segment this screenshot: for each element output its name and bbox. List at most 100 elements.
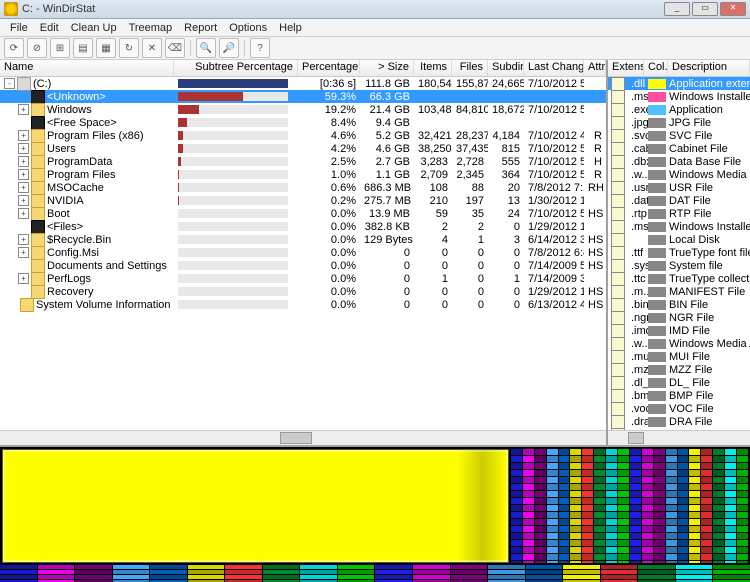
menu-treemap[interactable]: Treemap	[123, 22, 179, 34]
col-name[interactable]: Name	[0, 60, 174, 76]
ext-row[interactable]: .rtpRTP File	[608, 207, 750, 220]
treemap-rest[interactable]	[511, 449, 748, 563]
ext-row[interactable]: .cabCabinet File	[608, 142, 750, 155]
ext-row[interactable]: .exeApplication	[608, 103, 750, 116]
tree-row[interactable]: -(C:)[0:36 s]111.8 GB180,543155,87824,66…	[0, 77, 606, 90]
tree-row[interactable]: +$Recycle.Bin0.0%129 Bytes4136/14/2012 3…	[0, 233, 606, 246]
col-items[interactable]: Items	[414, 60, 452, 76]
tree-hscroll[interactable]	[0, 430, 606, 445]
ext-row[interactable]: .w...Windows Media Audio...	[608, 337, 750, 350]
ext-row[interactable]: .draDRA File	[608, 415, 750, 428]
toolbar-button[interactable]: ▤	[73, 38, 93, 58]
toolbar-button[interactable]: 🔍	[196, 38, 216, 58]
tree-row[interactable]: Recovery0.0%00001/29/2012 11:28:3...HS	[0, 285, 606, 298]
tree-row[interactable]: +Boot0.0%13.9 MB5935247/10/2012 5:39:01 …	[0, 207, 606, 220]
col-files[interactable]: Files	[452, 60, 488, 76]
expander-icon[interactable]: +	[18, 273, 29, 284]
expander-icon[interactable]: +	[18, 208, 29, 219]
ext-row[interactable]: .w...Windows Media Library	[608, 168, 750, 181]
toolbar-button[interactable]: ⟳	[4, 38, 24, 58]
ext-row[interactable]: .jpgJPG File	[608, 116, 750, 129]
toolbar-button[interactable]: ✕	[142, 38, 162, 58]
maximize-button[interactable]: ▭	[692, 2, 718, 16]
tree-row[interactable]: +PerfLogs0.0%01017/14/2009 3:20:08 ...	[0, 272, 606, 285]
expander-icon[interactable]: +	[18, 234, 29, 245]
tree-row[interactable]: <Unknown>59.3%66.3 GB	[0, 90, 606, 103]
col-attr[interactable]: Attr	[584, 60, 606, 76]
expander-icon[interactable]: +	[18, 130, 29, 141]
ext-row[interactable]: .m...MANIFEST File	[608, 285, 750, 298]
menu-edit[interactable]: Edit	[34, 22, 65, 34]
ext-row[interactable]: .dllApplication extension	[608, 77, 750, 90]
toolbar-button[interactable]: ?	[250, 38, 270, 58]
menu-options[interactable]: Options	[223, 22, 273, 34]
ext-row[interactable]: .svcSVC File	[608, 129, 750, 142]
ext-row[interactable]: .muiMUI File	[608, 350, 750, 363]
ext-row[interactable]: .usrUSR File	[608, 181, 750, 194]
tree-row[interactable]: +Users4.2%4.6 GB38,25037,4358157/10/2012…	[0, 142, 606, 155]
ext-row[interactable]: .binBIN File	[608, 298, 750, 311]
ext-row[interactable]: .ttcTrueType collection fo	[608, 272, 750, 285]
ext-row[interactable]: .datDAT File	[608, 194, 750, 207]
menu-cleanup[interactable]: Clean Up	[65, 22, 123, 34]
ext-row[interactable]: .msiWindows Installer Pack	[608, 220, 750, 233]
col-color[interactable]: Col...	[644, 60, 668, 76]
tree-body[interactable]: -(C:)[0:36 s]111.8 GB180,543155,87824,66…	[0, 77, 606, 445]
tree-row[interactable]: +ProgramData2.5%2.7 GB3,2832,7285557/10/…	[0, 155, 606, 168]
tree-row[interactable]: +MSOCache0.6%686.3 MB10888207/8/2012 7:1…	[0, 181, 606, 194]
cell-pct: 0.0%	[298, 286, 360, 298]
toolbar-button[interactable]: ⊘	[27, 38, 47, 58]
tree-row[interactable]: System Volume Information0.0%00006/13/20…	[0, 298, 606, 311]
ext-row[interactable]: .dl_DL_ File	[608, 376, 750, 389]
toolbar-button[interactable]: ▦	[96, 38, 116, 58]
ext-row[interactable]: .sysSystem file	[608, 259, 750, 272]
color-swatch	[648, 274, 666, 284]
close-button[interactable]: ✕	[720, 2, 746, 16]
ext-row[interactable]: .ngrNGR File	[608, 311, 750, 324]
menu-help[interactable]: Help	[273, 22, 308, 34]
col-desc[interactable]: Description	[668, 60, 750, 76]
expander-icon[interactable]: +	[18, 247, 29, 258]
expander-icon[interactable]: +	[18, 169, 29, 180]
tree-row[interactable]: <Files>0.0%382.8 KB2201/29/2012 11:22:1.…	[0, 220, 606, 233]
menu-report[interactable]: Report	[178, 22, 223, 34]
tree-row[interactable]: +Program Files1.0%1.1 GB2,7092,3453647/1…	[0, 168, 606, 181]
toolbar-button[interactable]: 🔎	[219, 38, 239, 58]
ext-row[interactable]: .bmpBMP File	[608, 389, 750, 402]
toolbar-button[interactable]: ⊞	[50, 38, 70, 58]
ext-hscroll[interactable]	[608, 430, 750, 445]
col-ext[interactable]: Extensi...	[608, 60, 644, 76]
treemap-selected[interactable]	[2, 449, 509, 563]
toolbar-button[interactable]: ↻	[119, 38, 139, 58]
col-subtree[interactable]: Subtree Percentage	[174, 60, 298, 76]
ext-row[interactable]: .imdIMD File	[608, 324, 750, 337]
tree-row[interactable]: +Config.Msi0.0%00007/8/2012 6:47:33 P...…	[0, 246, 606, 259]
col-subdirs[interactable]: Subdirs	[488, 60, 524, 76]
col-size[interactable]: > Size	[360, 60, 414, 76]
menu-file[interactable]: File	[4, 22, 34, 34]
col-last[interactable]: Last Change	[524, 60, 584, 76]
minimize-button[interactable]: _	[664, 2, 690, 16]
expander-icon[interactable]: +	[18, 143, 29, 154]
tree-row[interactable]: +Program Files (x86)4.6%5.2 GB32,42128,2…	[0, 129, 606, 142]
ext-row[interactable]: .ttfTrueType font file	[608, 246, 750, 259]
ext-row[interactable]: Local Disk	[608, 233, 750, 246]
ext-body[interactable]: .dllApplication extension.mspWindows Ins…	[608, 77, 750, 445]
expander-icon[interactable]: +	[18, 104, 29, 115]
ext-row[interactable]: .dbxData Base File	[608, 155, 750, 168]
expander-icon[interactable]: +	[18, 156, 29, 167]
col-pct[interactable]: Percentage	[298, 60, 360, 76]
ext-row[interactable]: .vocVOC File	[608, 402, 750, 415]
expander-icon[interactable]: +	[18, 195, 29, 206]
expander-icon[interactable]: -	[4, 78, 15, 89]
tree-row[interactable]: Documents and Settings0.0%00007/14/2009 …	[0, 259, 606, 272]
treemap-bottom[interactable]	[0, 565, 750, 582]
treemap-pane[interactable]	[0, 447, 750, 565]
ext-row[interactable]: .mzzMZZ File	[608, 363, 750, 376]
tree-row[interactable]: +NVIDIA0.2%275.7 MB210197131/30/2012 12:…	[0, 194, 606, 207]
expander-icon[interactable]: +	[18, 182, 29, 193]
tree-row[interactable]: +Windows19.2%21.4 GB103,48284,81018,6727…	[0, 103, 606, 116]
toolbar-button[interactable]: ⌫	[165, 38, 185, 58]
tree-row[interactable]: <Free Space>8.4%9.4 GB	[0, 116, 606, 129]
ext-row[interactable]: .mspWindows Installer Patch	[608, 90, 750, 103]
